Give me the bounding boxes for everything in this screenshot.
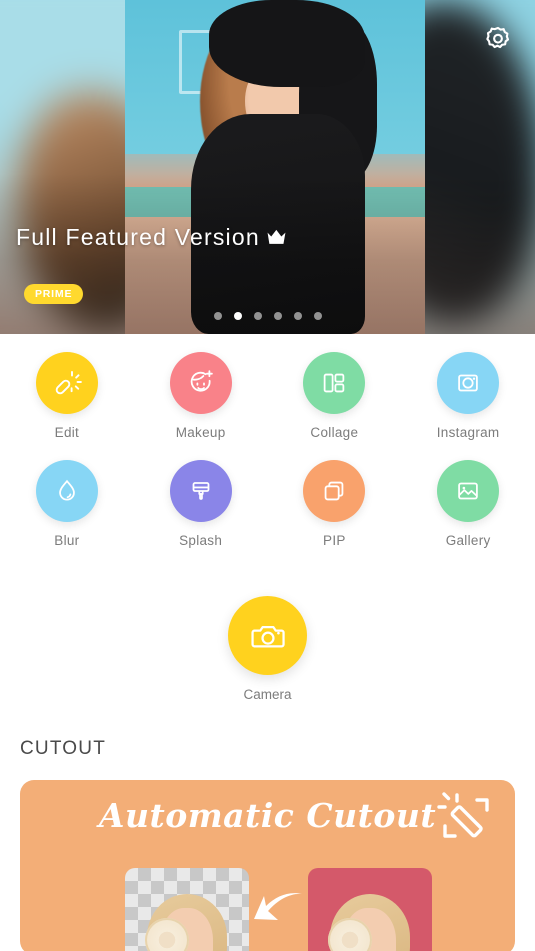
crown-icon: [267, 229, 286, 244]
camera-icon: [250, 625, 285, 647]
grid-layout-icon: [324, 373, 345, 393]
banner-gradient-overlay: [0, 0, 535, 334]
feature-instagram[interactable]: Instagram: [401, 352, 535, 440]
feature-icon-circle: [303, 460, 366, 522]
feature-label: Makeup: [175, 425, 226, 440]
cutout-before-thumbnail: [308, 868, 432, 951]
feature-icon-circle: [169, 352, 232, 414]
camera-label: Camera: [243, 687, 292, 702]
feature-blur[interactable]: Blur: [0, 460, 134, 548]
banner-title-text: Full Featured Version: [16, 224, 260, 250]
gear-icon: [486, 26, 510, 49]
image-icon: [458, 482, 478, 500]
feature-icon-circle: [437, 352, 500, 414]
camera-icon-circle: [228, 596, 307, 675]
feature-pip[interactable]: PIP: [268, 460, 402, 548]
banner-title-row: Full Featured Version: [16, 224, 287, 251]
camera-button[interactable]: Camera: [0, 596, 535, 702]
feature-icon-circle: [437, 460, 500, 522]
feature-label: Splash: [179, 533, 223, 548]
arrow-left-icon: [254, 893, 302, 920]
feature-splash[interactable]: Splash: [134, 460, 268, 548]
feature-grid: Edit Makeup Collage Instagram Blur Splas…: [0, 352, 535, 548]
feature-makeup[interactable]: Makeup: [134, 352, 268, 440]
feature-gallery[interactable]: Gallery: [401, 460, 535, 548]
app-screen: Full Featured Version PRIME Edit Makeup …: [0, 0, 535, 951]
prime-badge[interactable]: PRIME: [24, 284, 84, 304]
paint-brush-icon: [192, 482, 210, 500]
pagination-dot[interactable]: [293, 312, 302, 320]
face-sparkle-icon: [190, 370, 213, 392]
pagination-dot[interactable]: [213, 312, 222, 320]
feature-edit[interactable]: Edit: [0, 352, 134, 440]
automatic-cutout-card[interactable]: Automatic Cutout: [20, 780, 515, 951]
pagination-dot[interactable]: [313, 312, 322, 320]
feature-icon-circle: [303, 352, 366, 414]
magic-wand-icon: [437, 792, 489, 838]
cutout-after-thumbnail: [125, 868, 249, 951]
promo-banner[interactable]: Full Featured Version PRIME: [0, 0, 535, 334]
feature-label: Edit: [54, 425, 80, 440]
feature-label: Instagram: [436, 425, 500, 440]
feature-label: Gallery: [445, 533, 491, 548]
settings-button[interactable]: [483, 24, 513, 54]
pagination-dot-active[interactable]: [233, 312, 242, 320]
instagram-camera-icon: [458, 374, 478, 392]
feature-label: Blur: [54, 533, 80, 548]
feature-label: PIP: [323, 533, 346, 548]
cutout-section-title: CUTOUT: [20, 738, 107, 759]
feature-icon-circle: [169, 460, 232, 522]
feature-label: Collage: [310, 425, 359, 440]
layered-frames-icon: [325, 481, 344, 501]
feature-collage[interactable]: Collage: [268, 352, 402, 440]
cutout-person-cutout: [139, 878, 235, 951]
banner-pagination[interactable]: [0, 312, 535, 320]
feature-icon-circle: [35, 460, 98, 522]
water-drop-icon: [59, 479, 75, 501]
feature-icon-circle: [35, 352, 98, 414]
magic-wand-icon: [55, 371, 82, 395]
pagination-dot[interactable]: [273, 312, 282, 320]
pagination-dot[interactable]: [253, 312, 262, 320]
cutout-person-original: [322, 878, 418, 951]
